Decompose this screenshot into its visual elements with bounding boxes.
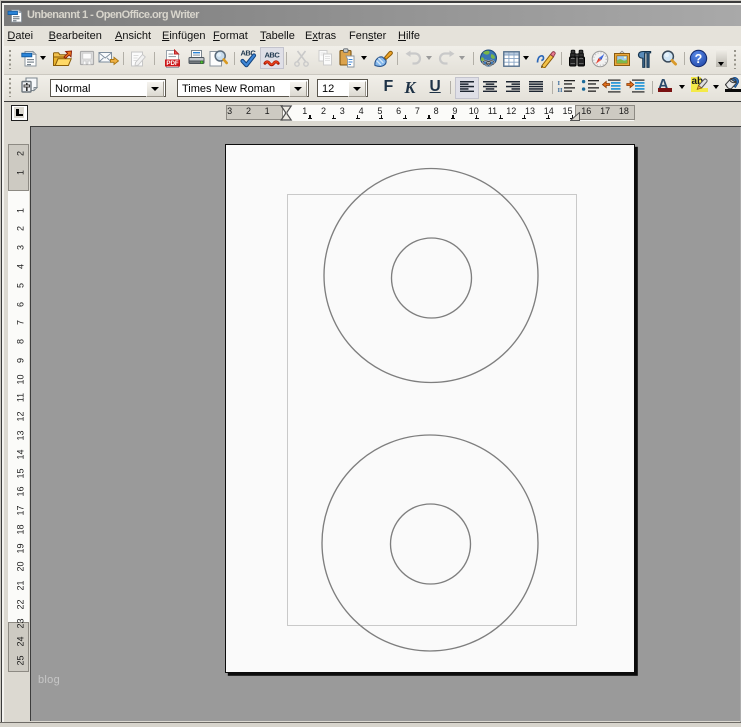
svg-text:PDF: PDF — [166, 60, 179, 67]
svg-text:I: I — [557, 79, 560, 86]
svg-text:II: II — [557, 87, 563, 93]
svg-text:ABC: ABC — [264, 50, 280, 59]
svg-text:?: ? — [695, 52, 703, 66]
svg-text:¶: ¶ — [638, 49, 652, 68]
